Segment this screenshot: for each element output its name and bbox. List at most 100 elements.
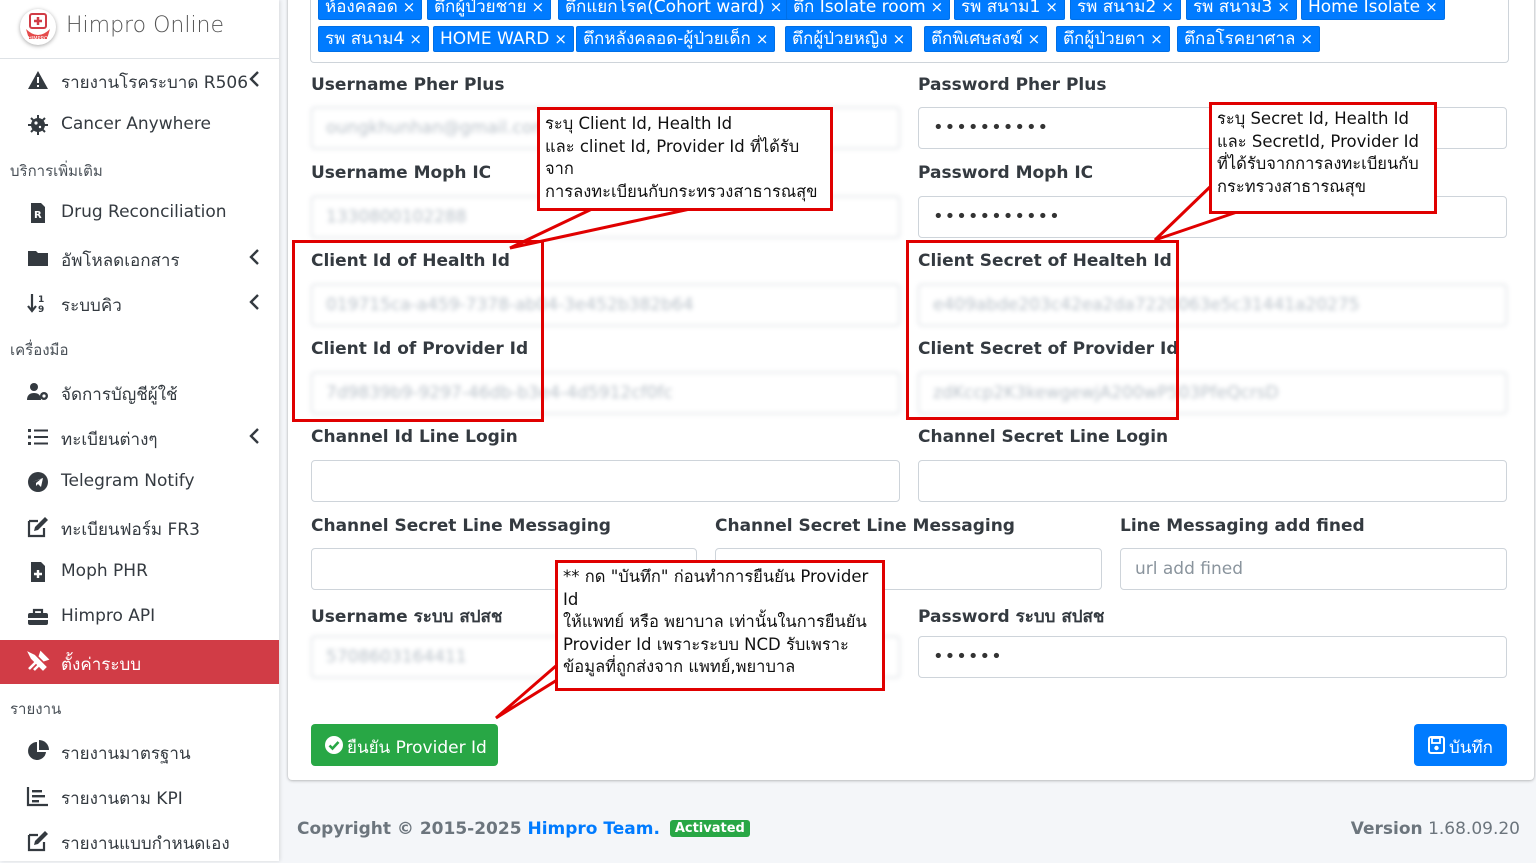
copyright: Copyright © 2015-2025 Himpro Team. Activ… xyxy=(297,819,750,839)
copyright-text: Copyright © 2015-2025 xyxy=(297,819,522,839)
secret-note-line: และ SecretId, Provider Id xyxy=(1217,131,1419,151)
ward-tag[interactable]: ตึก Isolate room × xyxy=(786,0,951,20)
sidebar-item-file-medical[interactable]: Moph PHR xyxy=(0,550,279,594)
remove-tag-icon[interactable]: × xyxy=(409,30,422,48)
remove-tag-icon[interactable]: × xyxy=(1277,0,1290,16)
version: Version 1.68.09.20 xyxy=(1351,819,1520,839)
chevron-left-icon xyxy=(249,428,259,444)
sidebar-item-tools[interactable]: ตั้งค่าระบบ xyxy=(0,640,279,684)
sidebar-item-edit[interactable]: ทะเบียนฟอร์ม FR3 xyxy=(0,505,279,549)
list-icon xyxy=(28,429,48,445)
sidebar-item-users-cog[interactable]: จัดการบัญชีผู้ใช้ xyxy=(0,370,279,414)
ward-tag-label: ตึกหลังคลอด-ผู้ป่วยเด็ก xyxy=(583,29,751,49)
ward-tag[interactable]: ตึกผู้ป่วยชาย × xyxy=(427,0,552,20)
remove-tag-icon[interactable]: × xyxy=(1045,0,1058,16)
chevron-left-icon xyxy=(249,249,259,265)
ward-tag-label: รพ สนาม1 xyxy=(961,0,1041,17)
channel-id-line-label: Channel Id Line Login xyxy=(311,427,518,447)
chevron-left-icon xyxy=(249,71,259,87)
tools-icon xyxy=(27,650,50,671)
sidebar-item-prescription-file[interactable]: R Drug Reconciliation xyxy=(0,191,279,235)
sidebar-item-telegram[interactable]: Telegram Notify xyxy=(0,460,279,504)
remove-tag-icon[interactable]: × xyxy=(1150,30,1163,48)
prescription-file-icon: R xyxy=(31,203,45,223)
save-label: บันทึก xyxy=(1449,738,1493,758)
svg-text:9: 9 xyxy=(38,305,44,315)
sidebar-item-folder[interactable]: อัพโหลดเอกสาร xyxy=(0,236,279,280)
sidebar-item-label: รายงานแบบกำหนดเอง xyxy=(61,834,230,854)
sidebar-item-label: Drug Reconciliation xyxy=(61,202,227,222)
ward-tag[interactable]: รพ สนาม3 × xyxy=(1186,0,1297,20)
sidebar-item-virus[interactable]: Cancer Anywhere xyxy=(0,103,279,147)
remove-tag-icon[interactable]: × xyxy=(532,0,545,16)
channel-secret-line-input[interactable] xyxy=(918,460,1507,502)
sidebar-item-edit[interactable]: รายงานแบบกำหนดเอง xyxy=(0,819,279,863)
sidebar-item-sort-numeric[interactable]: 1 9 ระบบคิว xyxy=(0,281,279,325)
ward-tag[interactable]: รพ สนาม1 × xyxy=(954,0,1065,20)
ward-tag[interactable]: ห้องคลอด × xyxy=(318,0,423,20)
password-moph-ic-label: Password Moph IC xyxy=(918,163,1094,183)
secret-note-line: ที่ได้รับจากการลงทะเบียนกับ xyxy=(1217,154,1419,173)
ward-tag[interactable]: รพ สนาม4 × xyxy=(318,26,429,52)
remove-tag-icon[interactable]: × xyxy=(770,0,783,16)
ward-tag[interactable]: ตึกพิเศษสงฆ์ × xyxy=(924,26,1048,52)
secret-note-line: ระบุ Secret Id, Health Id xyxy=(1217,109,1410,128)
line-add-friend-input[interactable]: url add fined xyxy=(1120,548,1507,590)
client-id-note-line: และ clinet Id, Provider Id ที่ได้รับจาก xyxy=(545,136,800,179)
ward-tag[interactable]: รพ สนาม2 × xyxy=(1070,0,1181,20)
sidebar-item-warning[interactable]: รายงานโรคระบาด R506 xyxy=(0,58,279,102)
ward-tag[interactable]: ตึกผู้ป่วยหญิง × xyxy=(785,26,913,52)
chart-pie-icon xyxy=(28,740,49,760)
ward-tag[interactable]: ตึกหลังคลอด-ผู้ป่วยเด็ก × xyxy=(576,26,776,52)
remove-tag-icon[interactable]: × xyxy=(1300,30,1313,48)
sidebar-item-label: ทะเบียนฟอร์ม FR3 xyxy=(61,520,200,540)
brand[interactable]: HIMPRO Himpro Online xyxy=(0,0,279,59)
remove-tag-icon[interactable]: × xyxy=(1028,30,1041,48)
ward-tag[interactable]: Home Isolate × xyxy=(1301,0,1445,20)
remove-tag-icon[interactable]: × xyxy=(893,30,906,48)
sidebar: HIMPRO Himpro Online รายงานโรคระบาด R506… xyxy=(0,0,279,861)
password-nhso-input[interactable]: •••••• xyxy=(918,636,1507,678)
channel-id-line-input[interactable] xyxy=(311,460,900,502)
remove-tag-icon[interactable]: × xyxy=(756,30,769,48)
ward-tag-label: รพ สนาม3 xyxy=(1193,0,1273,17)
sidebar-item-label: รายงานมาตรฐาน xyxy=(61,744,191,764)
sidebar-item-label: รายงานตาม KPI xyxy=(61,789,183,809)
sidebar-item-label: Cancer Anywhere xyxy=(61,114,211,134)
sidebar-item-toolbox[interactable]: Himpro API xyxy=(0,595,279,639)
save-button[interactable]: บันทึก xyxy=(1414,724,1507,766)
remove-tag-icon[interactable]: × xyxy=(403,0,416,16)
channel-secret-messaging-2-label: Channel Secret Line Messaging xyxy=(715,516,1015,536)
team-link[interactable]: Himpro Team. xyxy=(527,819,659,839)
nav-section-header: เครื่องมือ xyxy=(10,341,69,359)
provider-note-line: ** กด "บันทึก" ก่อนทำการยืนยัน Provider xyxy=(563,567,869,586)
channel-secret-messaging-label: Channel Secret Line Messaging xyxy=(311,516,611,536)
remove-tag-icon[interactable]: × xyxy=(931,0,944,16)
sidebar-item-list[interactable]: ทะเบียนต่างๆ xyxy=(0,415,279,459)
ward-tag-label: ตึกผู้ป่วยตา xyxy=(1063,29,1146,49)
sidebar-item-chart-pie[interactable]: รายงานมาตรฐาน xyxy=(0,729,279,773)
sidebar-item-label: รายงานโรคระบาด R506 xyxy=(61,73,249,93)
ward-tag-label: ตึกแยกโรค(Cohort ward) xyxy=(565,0,765,17)
ward-tag[interactable]: HOME WARD × xyxy=(433,26,574,52)
virus-icon xyxy=(28,115,48,135)
ward-tag-label: รพ สนาม4 xyxy=(325,29,405,49)
ward-tag[interactable]: ตึกแยกโรค(Cohort ward) × xyxy=(558,0,790,20)
confirm-provider-button[interactable]: ยืนยัน Provider Id xyxy=(311,724,498,766)
sidebar-item-chart-bar[interactable]: รายงานตาม KPI xyxy=(0,774,279,818)
client-id-note-line: ระบุ Client Id, Health Id xyxy=(545,114,733,133)
ward-tag[interactable]: ตึกผู้ป่วยตา × xyxy=(1056,26,1170,52)
ward-tag[interactable]: ตึกอโรคยาศาล × xyxy=(1177,26,1321,52)
client-id-note: ระบุ Client Id, Health Id และ clinet Id,… xyxy=(537,107,833,211)
confirm-provider-label: ยืนยัน Provider Id xyxy=(347,738,487,758)
ward-tag-label: ตึกพิเศษสงฆ์ xyxy=(931,29,1023,49)
client-secret-highlight xyxy=(906,240,1179,420)
remove-tag-icon[interactable]: × xyxy=(1425,0,1438,16)
remove-tag-icon[interactable]: × xyxy=(554,30,567,48)
provider-note-line: Provider Id เพราะระบบ NCD รับเพราะ xyxy=(563,634,849,654)
ward-tag-label: Home Isolate xyxy=(1308,0,1421,17)
nav-section-header: บริการเพิ่มเติม xyxy=(10,162,103,180)
sidebar-item-label: Himpro API xyxy=(61,606,156,626)
save-icon xyxy=(1428,736,1445,754)
remove-tag-icon[interactable]: × xyxy=(1161,0,1174,16)
